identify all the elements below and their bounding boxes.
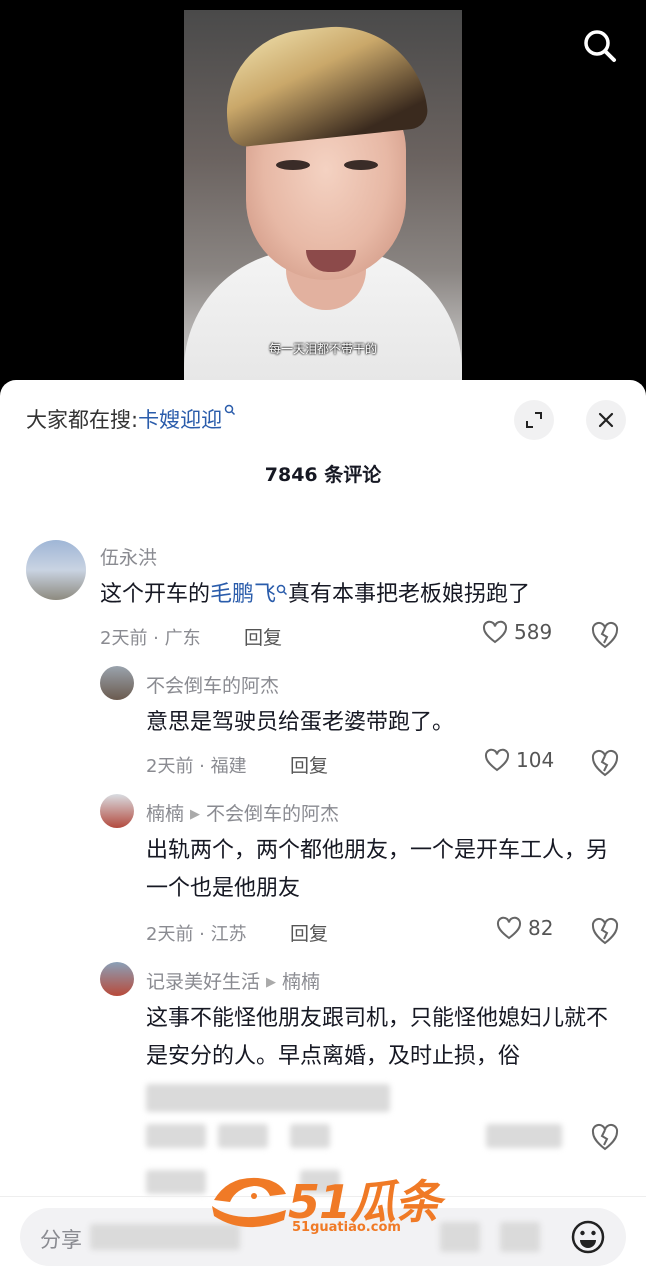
- comment-meta: 2天前 · 江苏: [146, 924, 247, 945]
- avatar[interactable]: [100, 962, 134, 996]
- avatar[interactable]: [100, 666, 134, 700]
- blurred-meta: [290, 1124, 330, 1148]
- like-count: 82: [528, 916, 554, 940]
- comment-username: 记录美好生活 ▶ 楠楠: [146, 967, 320, 994]
- search-small-icon: [276, 584, 288, 596]
- like-button[interactable]: 82: [496, 916, 553, 940]
- avatar[interactable]: [100, 794, 134, 828]
- watermark-url: 51guatiao.com: [292, 1220, 401, 1235]
- comment-username[interactable]: 伍永洪: [100, 543, 157, 570]
- expand-icon: [526, 412, 542, 428]
- search-icon[interactable]: [580, 26, 620, 66]
- dislike-icon[interactable]: [590, 1122, 620, 1152]
- dislike-icon[interactable]: [590, 748, 620, 778]
- video-subtitle: 每一天泪都不带干的: [268, 342, 377, 356]
- dislike-icon[interactable]: [590, 916, 620, 946]
- like-count: 104: [516, 748, 555, 772]
- blurred-text: [146, 1084, 390, 1112]
- comment-text-part: 这个开车的: [100, 582, 211, 607]
- heart-icon: [496, 916, 522, 940]
- reply-author[interactable]: 楠楠: [146, 803, 184, 825]
- like-count: 589: [514, 620, 553, 644]
- reply-button[interactable]: 回复: [290, 919, 328, 946]
- reply-target[interactable]: 不会倒车的阿杰: [206, 803, 339, 825]
- comment-count: 7846 条评论: [264, 464, 382, 486]
- video-player[interactable]: 每一天泪都不带干的: [0, 0, 646, 400]
- like-button[interactable]: 104: [484, 748, 554, 772]
- video-hair: [218, 17, 430, 149]
- close-button[interactable]: [586, 400, 626, 440]
- reply-arrow-icon: ▶: [190, 807, 201, 822]
- comment-text: 这个开车的毛鹏飞 真有本事把老板娘拐跑了: [100, 576, 610, 614]
- reply-button[interactable]: 回复: [290, 751, 328, 778]
- blurred-meta: [218, 1124, 268, 1148]
- emoji-icon[interactable]: [570, 1219, 606, 1255]
- comment-text-part: 真有本事把老板娘拐跑了: [288, 582, 531, 607]
- video-frame: 每一天泪都不带干的: [184, 10, 462, 382]
- comment-username[interactable]: 不会倒车的阿杰: [146, 671, 279, 698]
- reply-author[interactable]: 记录美好生活: [146, 971, 260, 993]
- blurred-input-content: [500, 1222, 540, 1252]
- comment-meta: 2天前 · 福建: [146, 756, 247, 777]
- dislike-icon[interactable]: [590, 620, 620, 650]
- reply-target[interactable]: 楠楠: [282, 971, 320, 993]
- reply-button[interactable]: 回复: [244, 623, 282, 650]
- blurred-input-content: [440, 1222, 480, 1252]
- blurred-meta: [486, 1124, 562, 1148]
- video-eye: [344, 160, 378, 170]
- video-eye: [276, 160, 310, 170]
- heart-icon: [484, 748, 510, 772]
- expand-button[interactable]: [514, 400, 554, 440]
- comment-meta: 2天前 · 广东: [100, 628, 201, 649]
- trending-prefix: 大家都在搜:: [26, 408, 139, 432]
- trending-search[interactable]: 大家都在搜:卡嫂迎迎: [26, 404, 236, 434]
- heart-icon: [482, 620, 508, 644]
- blurred-meta: [146, 1170, 206, 1194]
- comment-sheet: 大家都在搜:卡嫂迎迎 7846 条评论 伍永洪 这个开车的毛鹏飞 真有本事把老板娘…: [0, 380, 646, 1280]
- search-small-icon: [224, 404, 236, 416]
- blurred-meta: [146, 1124, 206, 1148]
- like-button[interactable]: 589: [482, 620, 552, 644]
- reply-arrow-icon: ▶: [266, 975, 277, 990]
- avatar[interactable]: [26, 540, 86, 600]
- comment-text: 这事不能怪他朋友跟司机，只能怪他媳妇儿就不是安分的人。早点离婚，及时止损，俗: [146, 1006, 609, 1069]
- close-icon: [598, 412, 614, 428]
- comment-text: 出轨两个，两个都他朋友，一个是开车工人，另一个也是他朋友: [146, 838, 609, 901]
- comment-input-placeholder: 分享: [40, 1228, 82, 1252]
- comment-text: 意思是驾驶员给蛋老婆带跑了。: [146, 710, 455, 735]
- trending-keyword[interactable]: 卡嫂迎迎: [138, 408, 222, 432]
- comment-username: 楠楠 ▶ 不会倒车的阿杰: [146, 799, 339, 826]
- comment-mention-link[interactable]: 毛鹏飞: [210, 582, 276, 607]
